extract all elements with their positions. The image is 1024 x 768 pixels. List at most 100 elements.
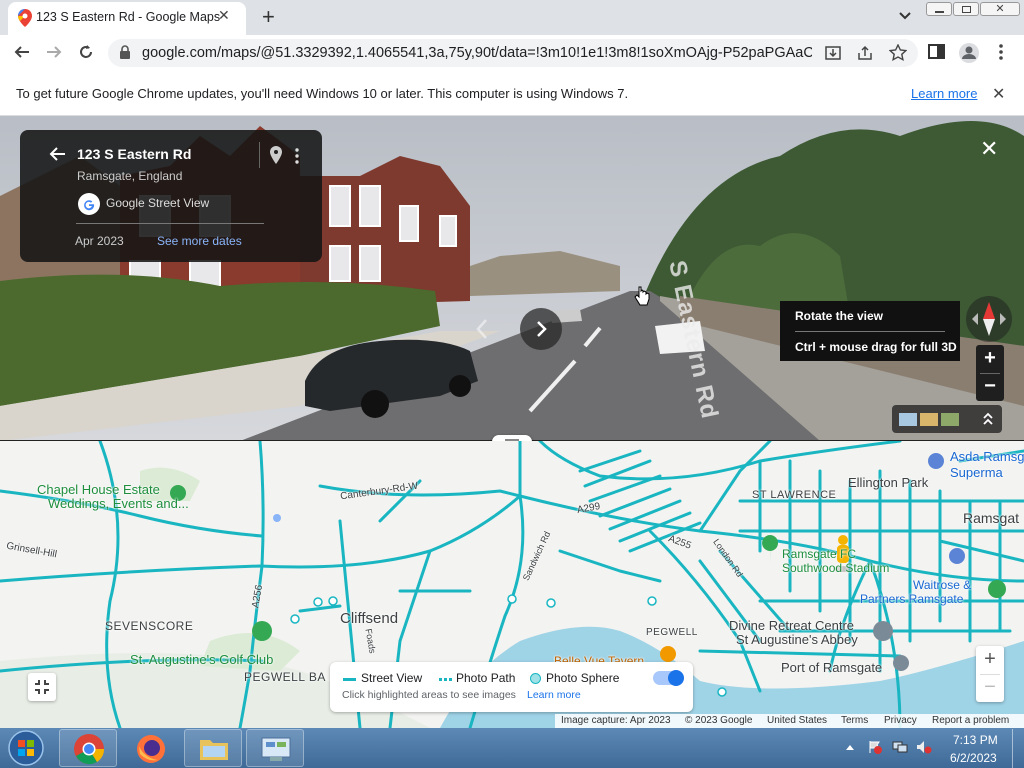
capture-date: Apr 2023 [75,234,124,248]
footer-terms[interactable]: Terms [841,715,868,726]
map-label[interactable]: Asda Ramsg [950,449,1024,464]
map-zoom-out-button[interactable]: − [976,674,1004,702]
imagery-thumbnails[interactable] [892,405,1002,433]
map-label[interactable]: Weddings, Events and... [48,496,189,511]
compass-icon [972,302,1006,336]
map-label: SEVENSCORE [105,619,194,633]
infobar-message: To get future Google Chrome updates, you… [16,86,629,101]
thumbnail-building[interactable] [920,413,938,426]
street-view-zoom-control: + − [976,345,1004,401]
minimize-button[interactable] [926,2,952,16]
map-label[interactable]: Divine Retreat Centre [729,618,854,633]
infobar-learn-more-link[interactable]: Learn more [911,86,977,101]
map-label[interactable]: Southwood Stadium [782,561,889,575]
map-label[interactable]: Waitrose & [913,578,971,592]
map-footer: Image capture: Apr 2023 © 2023 Google Un… [555,714,1024,728]
firefox-icon [137,735,165,763]
street-view-toggle[interactable] [653,670,684,686]
map-label[interactable]: Ramsgate FC [782,547,856,561]
location-title: 123 S Eastern Rd [77,146,192,162]
clock-date[interactable]: 6/2/2023 [950,751,997,765]
infobar-close-button[interactable]: ✕ [992,84,1005,104]
control-panel-icon [261,737,291,761]
folder-icon [200,740,228,760]
taskbar-chrome[interactable] [59,729,117,767]
lock-icon[interactable] [119,45,131,60]
map-label[interactable]: Chapel House Estate [37,482,160,497]
legend-street-view: Street View [361,671,423,685]
map-label[interactable]: Partners Ramsgate [860,592,963,606]
bookmark-star-icon[interactable] [889,44,907,62]
restore-button[interactable] [953,2,979,16]
footer-capture: Image capture: Apr 2023 [561,715,671,726]
volume-muted-icon[interactable] [916,740,932,754]
minimize-map-button[interactable] [28,673,56,701]
map-label: PEGWELL [646,627,698,638]
map-label[interactable]: Ellington Park [848,475,928,490]
footer-report[interactable]: Report a problem [932,715,1009,726]
compass-control[interactable] [966,296,1012,342]
tray-expand-icon[interactable] [845,743,855,751]
more-options-icon[interactable] [294,148,300,164]
taskbar-explorer[interactable] [184,729,242,767]
side-panel-icon[interactable] [928,44,946,60]
map-zoom-in-button[interactable]: + [976,646,1004,674]
legend-photo-path: Photo Path [456,671,516,685]
map-label[interactable]: Cliffsend [340,610,398,627]
zoom-in-button[interactable]: + [976,345,1004,373]
map-pin-icon[interactable] [270,146,282,164]
google-maps-pin-icon [18,9,32,27]
back-arrow-icon[interactable] [48,146,66,162]
chrome-menu-icon[interactable] [998,44,1004,60]
footer-country[interactable]: United States [767,715,827,726]
footer-copyright: © 2023 Google [685,715,753,726]
expand-chevron-icon[interactable] [982,411,994,427]
url-text[interactable]: google.com/maps/@51.3329392,1.4065541,3a… [142,45,812,61]
clock-time[interactable]: 7:13 PM [953,733,998,747]
tooltip-line-2: Ctrl + mouse drag for full 3D [795,340,957,354]
back-arrow-icon[interactable] [13,44,31,60]
see-more-dates-link[interactable]: See more dates [157,234,242,248]
map-label[interactable]: Port of Ramsgate [781,660,882,675]
start-orb-icon[interactable] [6,729,46,767]
network-icon[interactable] [892,740,908,754]
close-street-view-button[interactable]: ✕ [980,136,998,162]
pan-forward-button[interactable] [520,308,562,350]
install-app-icon[interactable] [825,45,841,61]
source-label: Google Street View [106,196,210,210]
show-desktop-button[interactable] [1012,729,1024,768]
tab-close-button[interactable]: ✕ [218,7,230,24]
chevron-left-icon[interactable] [472,316,492,342]
window-controls: ✕ [926,2,1020,18]
close-window-button[interactable]: ✕ [980,2,1020,16]
map-label[interactable]: St Augustine's Abbey [736,632,858,647]
forward-arrow-icon[interactable] [45,44,63,60]
rotate-tooltip: Rotate the view Ctrl + mouse drag for fu… [780,301,960,361]
legend-learn-more-link[interactable]: Learn more [527,689,581,701]
reload-icon[interactable] [77,43,95,61]
thumbnail-sky[interactable] [899,413,917,426]
thumbnail-park[interactable] [941,413,959,426]
street-view-info-card: 123 S Eastern Rd Ramsgate, England Googl… [20,130,322,262]
action-center-flag-icon[interactable] [868,740,882,754]
chrome-icon [74,734,105,765]
legend-photo-sphere: Photo Sphere [546,671,620,685]
google-logo-icon [78,193,100,215]
taskbar-firefox[interactable] [121,729,179,767]
hand-cursor-icon [634,286,650,306]
map-label: ST LAWRENCE [752,489,837,501]
map-label[interactable]: Ramsgat [963,510,1019,526]
legend-hint: Click highlighted areas to see images [342,689,516,701]
tab-search-chevron-icon[interactable] [898,11,912,21]
share-icon[interactable] [857,45,873,61]
map-zoom-control: + − [976,646,1004,702]
taskbar-control-panel[interactable] [246,729,304,767]
map-label[interactable]: Superma [950,465,1003,480]
location-subtitle: Ramsgate, England [77,169,183,183]
profile-avatar-icon[interactable] [958,42,980,64]
new-tab-button[interactable]: + [262,4,275,30]
footer-privacy[interactable]: Privacy [884,715,917,726]
tab-title: 123 S Eastern Rd - Google Maps [36,10,221,24]
zoom-out-button[interactable]: − [976,373,1004,401]
map-label[interactable]: St. Augustine's Golf Club [130,652,273,667]
